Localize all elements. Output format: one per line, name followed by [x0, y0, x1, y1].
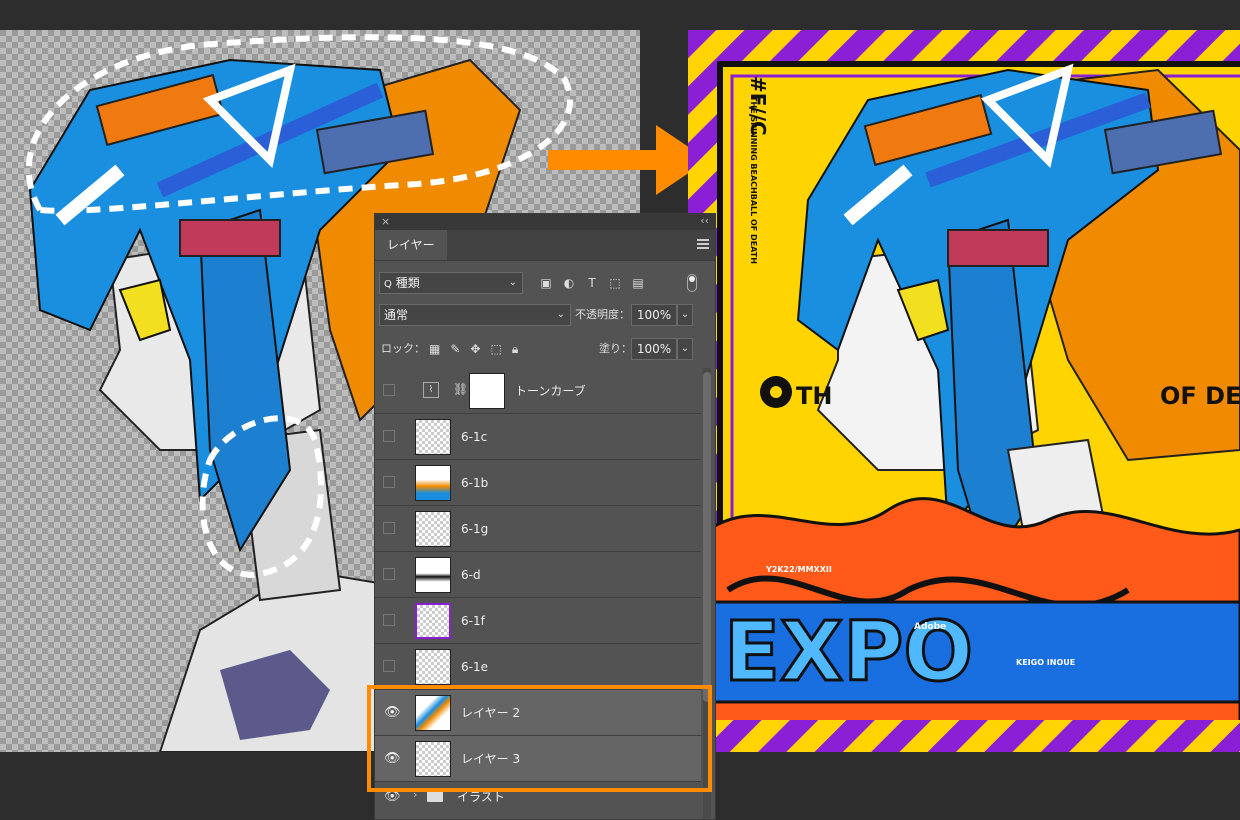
layer-name: レイヤー 2: [461, 706, 521, 720]
layer-thumbnail: [415, 603, 451, 639]
layer-thumbnail: [415, 649, 451, 685]
lock-row: ロック： ▦ ✎ ✥ ⬚ 🔒︎ 塗り： 100% ⌄: [375, 338, 715, 360]
poster-date-text: Y2K22/MMXXII: [766, 565, 832, 574]
layer-thumbnail: [415, 465, 451, 501]
fill-input[interactable]: 100%: [631, 338, 677, 360]
eye-icon[interactable]: 👁︎: [384, 789, 401, 804]
link-icon: ⛓: [453, 382, 469, 396]
type-filter-icon[interactable]: T: [585, 276, 599, 290]
poster-graphic: EXPO: [688, 30, 1240, 752]
panel-menu-icon[interactable]: [697, 239, 709, 249]
layer-name: 6-1f: [461, 614, 485, 628]
layer-group-row[interactable]: 👁︎ › イラスト: [375, 782, 701, 812]
layer-row[interactable]: 6-1f: [375, 598, 701, 644]
poster-artwork: EXPO #F//C THE SPINNING BEACHBALL OF DEA…: [688, 30, 1240, 752]
pixel-filter-icon[interactable]: ▣: [539, 276, 553, 290]
layers-scrollbar[interactable]: [703, 368, 711, 818]
folder-icon: [427, 790, 443, 802]
eye-icon[interactable]: 👁︎: [384, 705, 401, 720]
layer-row[interactable]: 6-1e: [375, 644, 701, 690]
layer-thumbnail: [415, 419, 451, 455]
layer-thumbnail: [415, 557, 451, 593]
scrollbar-thumb[interactable]: [703, 372, 711, 702]
blend-mode-dropdown[interactable]: 通常 ⌄: [379, 304, 571, 326]
panel-tab-bar: レイヤー: [375, 230, 715, 261]
layer-name: イラスト: [457, 790, 505, 804]
eye-icon[interactable]: 👁︎: [384, 751, 401, 766]
layer-name: レイヤー 3: [461, 752, 521, 766]
opacity-input[interactable]: 100%: [631, 304, 677, 326]
layer-row[interactable]: 6-1b: [375, 460, 701, 506]
panel-title-bar: × ‹‹: [375, 214, 715, 230]
layer-row[interactable]: 👁︎ レイヤー 3: [375, 736, 701, 782]
layer-row[interactable]: 6-1g: [375, 506, 701, 552]
layer-name: 6-1g: [461, 522, 489, 536]
layers-panel: × ‹‹ レイヤー Q 種類 ⌄ ▣ ◐ T ⬚ ▤ 通常 ⌄ 不透明度： 10…: [374, 213, 716, 820]
chevron-right-icon[interactable]: ›: [413, 788, 417, 801]
layer-name: 6-1b: [461, 476, 489, 490]
lock-icons: ▦ ✎ ✥ ⬚ 🔒︎: [429, 338, 518, 360]
arrow-right-icon: [548, 125, 708, 195]
visibility-toggle[interactable]: [383, 660, 395, 672]
visibility-toggle[interactable]: [383, 476, 395, 488]
layer-filter-dropdown[interactable]: Q 種類 ⌄: [379, 272, 523, 294]
visibility-toggle[interactable]: [383, 614, 395, 626]
visibility-toggle[interactable]: [383, 568, 395, 580]
visibility-toggle[interactable]: [383, 384, 395, 396]
layer-name: 6-1c: [461, 430, 488, 444]
chevron-down-icon: ⌄: [508, 277, 517, 288]
adjustment-filter-icon[interactable]: ◐: [562, 276, 576, 290]
filter-kind-label: 種類: [395, 276, 420, 290]
layer-row[interactable]: 👁︎ レイヤー 2: [375, 690, 701, 736]
shape-filter-icon[interactable]: ⬚: [608, 276, 622, 290]
layer-row[interactable]: ⌇ ⛓ トーンカーブ: [375, 368, 701, 414]
layer-mask-thumbnail: [469, 373, 505, 409]
curves-icon: ⌇: [423, 382, 439, 398]
visibility-toggle[interactable]: [383, 522, 395, 534]
layer-name: 6-1e: [461, 660, 488, 674]
collapse-icon[interactable]: ‹‹: [700, 214, 709, 227]
layer-name: 6-d: [461, 568, 481, 582]
lock-all-icon[interactable]: 🔒︎: [512, 342, 518, 357]
opacity-dropdown-arrow[interactable]: ⌄: [677, 304, 693, 326]
poster-left-text: TH: [796, 382, 833, 410]
blend-mode-value: 通常: [384, 308, 409, 322]
layer-name: トーンカーブ: [515, 384, 586, 398]
expo-logo-text: EXPO: [724, 605, 973, 700]
filter-icons: ▣ ◐ T ⬚ ▤: [539, 272, 645, 294]
poster-vertical-caption: THE SPINNING BEACHBALL OF DEATH: [749, 96, 758, 264]
filter-toggle[interactable]: [687, 274, 697, 292]
poster-adobe-text: Adobe: [914, 622, 947, 632]
poster-right-text: OF DE: [1160, 382, 1240, 410]
lock-image-icon[interactable]: ✎: [450, 342, 460, 356]
tab-layers[interactable]: レイヤー: [375, 230, 447, 260]
poster-artist-text: KEIGO INOUE: [1016, 658, 1076, 667]
layer-thumbnail: [415, 741, 451, 777]
layer-thumbnail: [415, 695, 451, 731]
layer-thumbnail: [415, 511, 451, 547]
lock-label: ロック：: [381, 342, 425, 355]
opacity-label: 不透明度：: [575, 308, 630, 321]
search-icon: Q: [384, 279, 392, 290]
blend-row: 通常 ⌄ 不透明度： 100% ⌄: [375, 304, 715, 326]
fill-label: 塗り：: [599, 342, 632, 355]
layer-row[interactable]: 6-1c: [375, 414, 701, 460]
visibility-toggle[interactable]: [383, 430, 395, 442]
lock-transparent-icon[interactable]: ▦: [429, 342, 440, 356]
lock-artboard-icon[interactable]: ⬚: [490, 342, 501, 356]
smart-object-filter-icon[interactable]: ▤: [631, 276, 645, 290]
layer-row[interactable]: 6-d: [375, 552, 701, 598]
close-icon[interactable]: ×: [381, 215, 390, 228]
filter-row: Q 種類 ⌄ ▣ ◐ T ⬚ ▤: [375, 272, 715, 294]
lock-position-icon[interactable]: ✥: [470, 342, 480, 356]
fill-dropdown-arrow[interactable]: ⌄: [677, 338, 693, 360]
layers-list: ⌇ ⛓ トーンカーブ 6-1c 6-1b 6-1g 6-d 6-1f 6-1e …: [375, 368, 701, 812]
chevron-down-icon: ⌄: [556, 309, 565, 320]
